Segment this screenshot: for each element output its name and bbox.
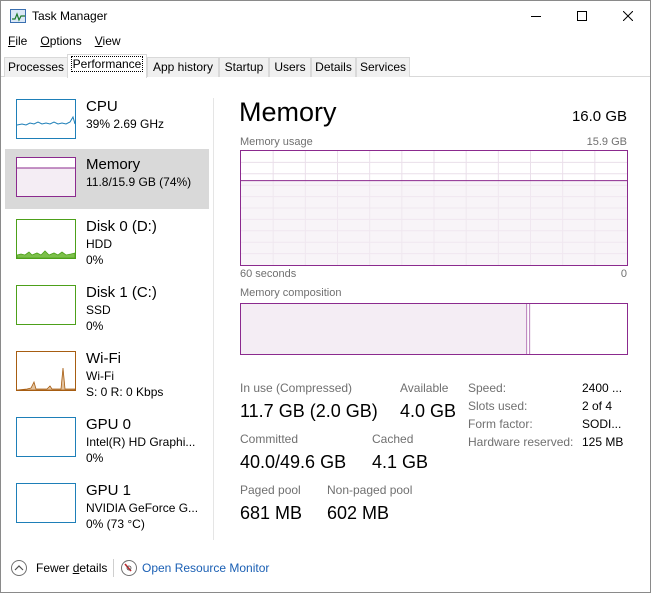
tab-processes[interactable]: Processes [4,57,68,77]
form-factor-label: Form factor: [468,417,533,431]
memory-usage-graph [240,150,628,266]
time-axis-right: 0 [620,268,627,280]
sidebar-item-cpu[interactable]: CPU 39% 2.69 GHz [5,91,209,151]
resource-monitor-icon[interactable] [121,560,137,576]
gpu0-thumbnail-graph [16,417,76,457]
menu-file[interactable]: File [1,32,33,52]
fewer-details-link[interactable]: Fewer details [36,561,107,575]
sidebar-item-disk-1[interactable]: Disk 1 (C:) SSD 0% [5,277,209,337]
memory-composition-label: Memory composition [240,287,342,299]
form-factor-value: SODI... [582,417,622,431]
non-paged-pool-value: 602 MB [327,503,390,523]
menu-options[interactable]: Options [33,32,87,52]
cached-value: 4.1 GB [372,452,429,472]
non-paged-pool-label: Non-paged pool [327,483,413,497]
cpu-thumbnail-graph [16,99,76,139]
menu-bar: File Options View [1,32,127,52]
hardware-reserved-label: Hardware reserved: [468,435,574,449]
disk0-thumbnail-graph [16,219,76,259]
tab-bar: Processes Performance App history Startu… [1,54,650,78]
memory-thumbnail-graph [16,157,76,197]
sidebar-item-gpu-0[interactable]: GPU 0 Intel(R) HD Graphi... 0% [5,409,209,469]
cached-label: Cached [372,432,414,446]
memory-usage-max: 15.9 GB [586,136,627,148]
slots-used-label: Slots used: [468,399,528,413]
footer: Fewer details Open Resource Monitor [1,554,650,584]
title-bar[interactable]: Task Manager [1,1,650,31]
hardware-reserved-value: 125 MB [582,435,624,449]
sidebar-item-disk-0[interactable]: Disk 0 (D:) HDD 0% [5,211,209,271]
memory-usage-area [241,180,627,265]
time-axis-left: 60 seconds [240,268,297,280]
speed-value: 2400 ... [582,381,623,395]
minimize-icon [531,16,541,17]
tab-startup[interactable]: Startup [219,57,269,77]
maximize-icon [577,11,587,21]
sidebar-item-memory[interactable]: Memory 11.8/15.9 GB (74%) [5,149,209,209]
in-use-value: 11.7 GB (2.0 GB) [240,401,378,421]
open-resource-monitor-link[interactable]: Open Resource Monitor [142,561,269,575]
tab-details[interactable]: Details [311,57,356,77]
minimize-button[interactable] [513,1,559,31]
memory-composition-bar [240,303,628,355]
window-title: Task Manager [32,9,108,23]
sidebar-item-wifi[interactable]: Wi-Fi Wi-Fi S: 0 R: 0 Kbps [5,343,209,403]
available-value: 4.0 GB [400,401,457,421]
gpu1-thumbnail-graph [16,483,76,523]
tab-performance[interactable]: Performance [67,54,147,78]
close-icon [623,11,633,21]
memory-usage-label: Memory usage [240,136,313,148]
paged-pool-value: 681 MB [240,503,303,523]
speed-label: Speed: [468,381,507,395]
maximize-button[interactable] [559,1,605,31]
committed-label: Committed [240,432,299,446]
disk1-thumbnail-graph [16,285,76,325]
tab-app-history[interactable]: App history [147,57,219,77]
available-label: Available [400,381,449,395]
tab-services[interactable]: Services [356,57,410,77]
memory-usage-chart [241,151,627,265]
in-use-segment [241,304,527,354]
task-manager-window: Task Manager File Options View Processes… [0,0,651,593]
close-button[interactable] [605,1,650,31]
committed-value: 40.0/49.6 GB [240,452,347,472]
total-memory: 16.0 GB [571,108,627,125]
sidebar-item-gpu-1[interactable]: GPU 1 NVIDIA GeForce G... 0% (73 °C) [5,475,209,535]
task-manager-icon [10,9,26,23]
sidebar-divider[interactable] [213,98,214,540]
resource-list: CPU 39% 2.69 GHz Memory 11.8/15.9 GB (74… [1,91,213,543]
wifi-thumbnail-graph [16,351,76,391]
tab-users[interactable]: Users [269,57,311,77]
page-title: Memory [239,97,337,127]
in-use-label: In use (Compressed) [240,381,353,395]
footer-divider [113,559,114,577]
chevron-up-icon[interactable] [11,560,27,576]
memory-composition-chart [241,304,531,354]
menu-view[interactable]: View [88,32,127,52]
paged-pool-label: Paged pool [240,483,301,497]
slots-used-value: 2 of 4 [582,399,613,413]
